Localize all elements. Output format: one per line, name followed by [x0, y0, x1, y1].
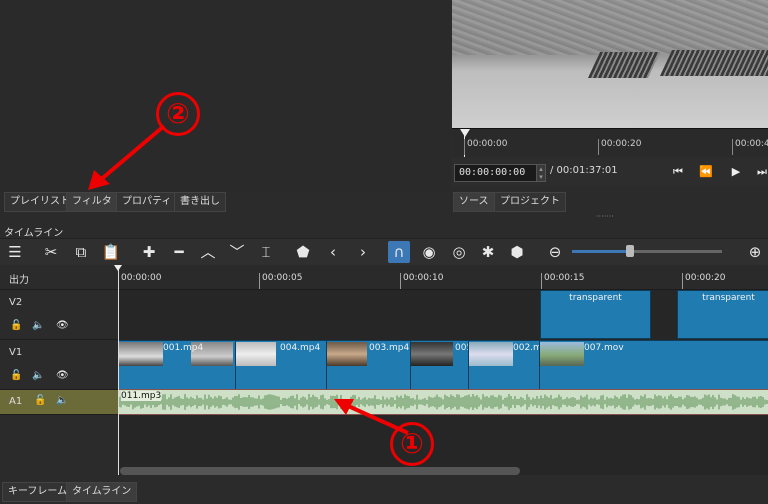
clip-label: 011.mp3 — [121, 391, 162, 401]
mute-icon[interactable]: 🔈 — [56, 395, 68, 406]
lift-icon[interactable]: ︿ — [197, 241, 219, 263]
ruler-tick: 00:00:10 — [400, 273, 443, 289]
splitter-handle[interactable]: ······· — [596, 212, 614, 221]
track-name-v2: V2 — [9, 297, 23, 308]
tab-keyframes[interactable]: キーフレーム — [2, 482, 74, 502]
paste-icon[interactable]: 📋 — [100, 241, 122, 263]
menu-icon[interactable]: ☰ — [4, 241, 26, 263]
clip-001[interactable]: 001.mp4 — [118, 340, 236, 390]
annotation-arrow-2 — [88, 124, 166, 190]
monitor-tick: 00:00:20 — [598, 139, 641, 155]
clip-transparent[interactable]: transparent — [540, 290, 651, 339]
tab-project[interactable]: プロジェクト — [494, 192, 566, 212]
mute-icon[interactable]: 🔈 — [32, 320, 44, 331]
snap-icon[interactable]: ∩ — [388, 241, 410, 263]
prev-marker-icon[interactable]: ‹ — [322, 241, 344, 263]
play-icon[interactable]: ▶ — [726, 164, 746, 180]
zoom-slider-handle[interactable] — [626, 245, 634, 257]
annotation-badge-1: ① — [390, 422, 434, 466]
timeline-ruler[interactable]: 00:00:00 00:00:05 00:00:10 00:00:15 00:0… — [118, 265, 768, 290]
copy-icon[interactable]: ⧉ — [70, 241, 92, 263]
clip-transparent[interactable]: transparent — [677, 290, 768, 339]
lock-icon[interactable]: 🔓 — [34, 395, 46, 406]
clip-label: 002.m — [513, 343, 540, 353]
clip-007[interactable]: 007.mov — [539, 340, 768, 390]
tab-filter[interactable]: フィルタ — [66, 192, 118, 212]
append-icon[interactable]: ✚ — [138, 241, 160, 263]
ruler-tick: 00:00:00 — [118, 273, 161, 289]
audio-clip-011[interactable]: 011.mp3 — [118, 389, 768, 415]
clip-label: transparent — [569, 293, 622, 303]
ruler-tick: 00:00:15 — [541, 273, 584, 289]
clip-005[interactable]: 005 — [410, 340, 469, 390]
monitor-tick: 00:00:40 — [732, 139, 768, 155]
clip-label: transparent — [702, 293, 755, 303]
ripple-icon[interactable]: ◎ — [448, 241, 470, 263]
transport-bar: 00:00:00:00 ▴ ▾ / 00:01:37:01 ⏮ ⏪ ▶ ⏭ — [452, 158, 768, 186]
monitor-playhead[interactable] — [460, 129, 470, 137]
ripple-all-icon[interactable]: ✱ — [477, 241, 499, 263]
clip-003[interactable]: 003.mp4 — [326, 340, 411, 390]
ruler-tick: 00:00:05 — [259, 273, 302, 289]
eye-icon[interactable]: 👁 — [56, 370, 69, 381]
next-marker-icon[interactable]: › — [352, 241, 374, 263]
clip-label: 003.mp4 — [369, 343, 410, 353]
timecode-input[interactable]: 00:00:00:00 — [454, 164, 538, 182]
cut-icon[interactable]: ✂ — [40, 241, 62, 263]
lock-icon[interactable]: 🔓 — [10, 370, 22, 381]
clip-002[interactable]: 002.m — [468, 340, 540, 390]
video-preview — [452, 0, 768, 128]
split-icon[interactable]: ⌶ — [255, 241, 277, 263]
marker-icon[interactable]: ⬟ — [292, 241, 314, 263]
left-panel-area — [0, 0, 450, 192]
ruler-tick: 00:00:20 — [682, 273, 725, 289]
tab-source[interactable]: ソース — [453, 192, 495, 212]
zoom-out-icon[interactable]: ⊖ — [544, 241, 566, 263]
lock-icon[interactable]: 🔓 — [10, 320, 22, 331]
track-name-v1: V1 — [9, 347, 23, 358]
track-header-v1[interactable]: V1 🔓 🔈 👁 — [0, 340, 118, 390]
timeline-playhead[interactable] — [114, 265, 122, 475]
timeline-toolbar: ☰ ✂ ⧉ 📋 ✚ ━ ︿ ﹀ ⌶ ⬟ ‹ › ∩ ◉ ◎ ✱ ⬢ ⊖ ⊕ — [0, 238, 768, 266]
clip-label: 005 — [455, 343, 468, 353]
track-name-a1: A1 — [9, 396, 23, 407]
duration-label: / 00:01:37:01 — [550, 165, 618, 176]
track-header-v2[interactable]: V2 🔓 🔈 👁 — [0, 290, 118, 340]
mute-icon[interactable]: 🔈 — [32, 370, 44, 381]
audio-waveform — [119, 394, 768, 410]
output-label: 出力 — [9, 275, 29, 286]
remove-icon[interactable]: ━ — [168, 241, 190, 263]
skip-previous-icon[interactable]: ⏮ — [668, 164, 688, 180]
output-header: 出力 — [0, 265, 118, 290]
overwrite-icon[interactable]: ﹀ — [226, 241, 248, 263]
timeline-panel-title: タイムライン — [4, 228, 64, 239]
tab-export[interactable]: 書き出し — [174, 192, 226, 212]
eye-icon[interactable]: 👁 — [56, 320, 69, 331]
clip-label: 004.mp4 — [280, 343, 321, 353]
track-header-a1[interactable]: A1 🔓 🔈 — [0, 390, 118, 415]
ripple-markers-icon[interactable]: ⬢ — [506, 241, 528, 263]
timeline-area[interactable]: 00:00:00 00:00:05 00:00:10 00:00:15 00:0… — [114, 265, 768, 475]
monitor-tick: 00:00:00 — [464, 139, 507, 155]
zoom-in-icon[interactable]: ⊕ — [744, 241, 766, 263]
clip-004[interactable]: 004.mp4 — [235, 340, 327, 390]
track-headers: 出力 V2 🔓 🔈 👁 V1 🔓 🔈 👁 A1 🔓 🔈 — [0, 265, 118, 475]
rewind-icon[interactable]: ⏪ — [696, 164, 716, 180]
skip-next-icon[interactable]: ⏭ — [752, 164, 768, 180]
tab-properties[interactable]: プロパティ — [116, 192, 178, 212]
scrub-icon[interactable]: ◉ — [418, 241, 440, 263]
zoom-slider[interactable] — [572, 250, 722, 253]
tab-timeline[interactable]: タイムライン — [66, 482, 138, 502]
timecode-spinner[interactable]: ▴ ▾ — [536, 164, 546, 182]
monitor-ruler[interactable]: 00:00:00 00:00:20 00:00:40 — [452, 128, 768, 157]
clip-label: 001.mp4 — [163, 343, 204, 353]
clip-label: 007.mov — [584, 343, 624, 353]
horizontal-scrollbar[interactable] — [120, 467, 520, 475]
